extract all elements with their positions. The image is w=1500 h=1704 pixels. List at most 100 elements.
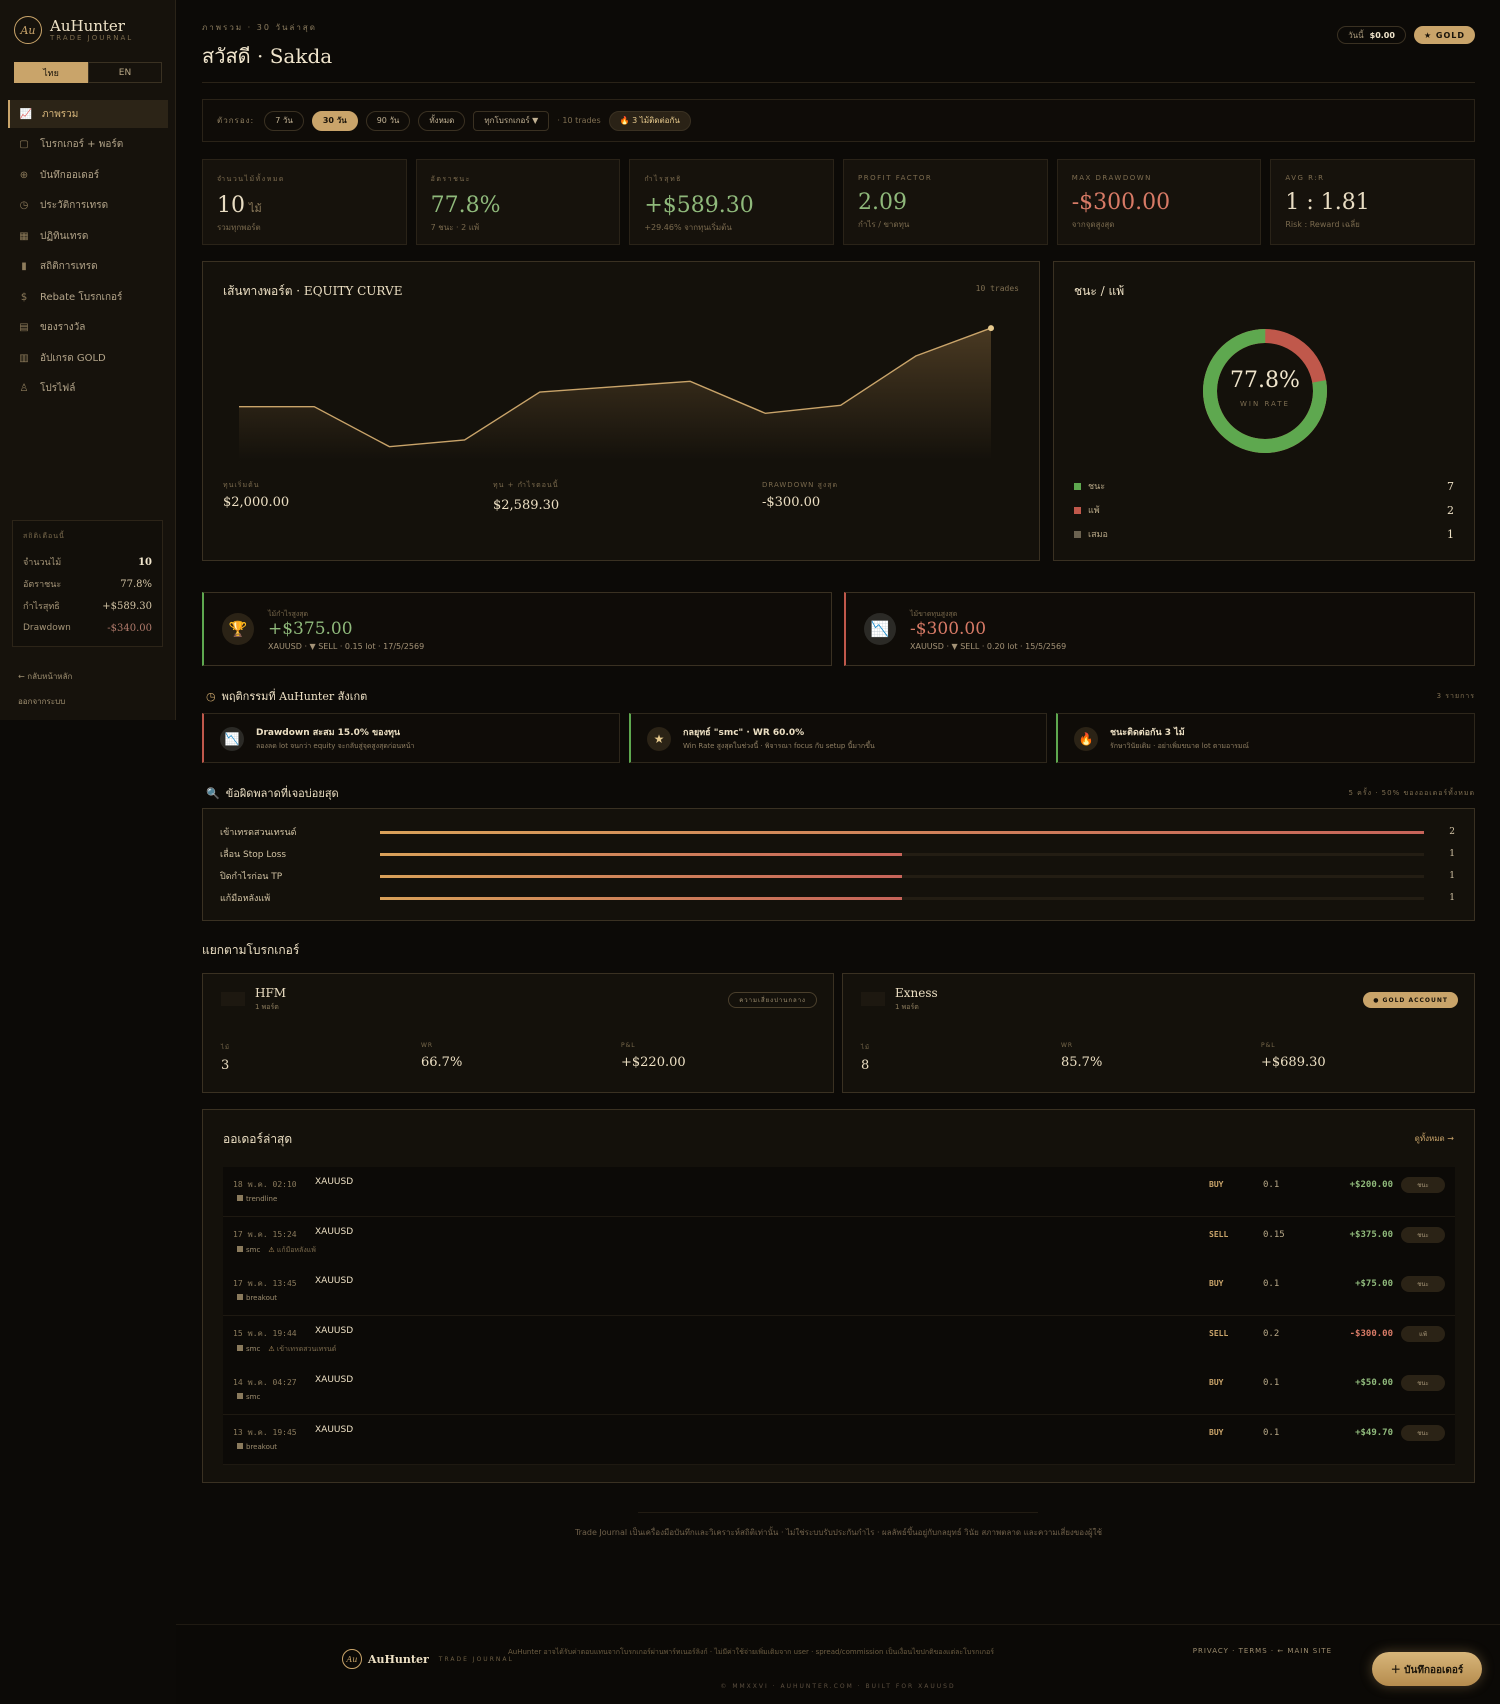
broker-stat: P&L +$220.00	[621, 1042, 686, 1070]
strategy-tag: smc	[237, 1246, 260, 1254]
mistake-label: แก้มือหลังแพ้	[220, 894, 271, 904]
sidebar-item-7[interactable]: ▤ ของรางวัล	[8, 314, 168, 342]
footer-copyright: © MMXXVI · AUHUNTER.COM · BUILT FOR XAUU…	[720, 1683, 956, 1690]
tag-icon	[237, 1246, 243, 1253]
add-order-button[interactable]: ＋ บันทึกออเดอร์	[1372, 1652, 1482, 1686]
kpi-label: PROFIT FACTOR	[858, 174, 933, 182]
mistake-bar-track	[380, 896, 1424, 900]
brand[interactable]: Au AuHunter TRADE JOURNAL	[14, 16, 133, 44]
order-side: SELL	[1209, 1328, 1229, 1338]
tag-icon	[237, 1345, 243, 1352]
behavior-card-drawdown[interactable]: 📉 Drawdown สะสม 15.0% ของทุน ลองลด lot จ…	[202, 713, 620, 763]
behavior-count: 3 รายการ	[1436, 692, 1475, 700]
user-icon: ♙	[19, 383, 29, 394]
broker-stat-value: +$220.00	[621, 1055, 686, 1070]
kpi-value: +$589.30	[644, 193, 819, 218]
range-7d-chip[interactable]: 7 วัน	[264, 110, 304, 131]
sidebar-item-4[interactable]: ▦ ปฏิทินเทรด	[8, 222, 168, 250]
sidebar-item-1[interactable]: ▢ โบรกเกอร์ + พอร์ต	[8, 131, 168, 159]
footer: Au AuHunter TRADE JOURNAL AuHunter อาจได…	[176, 1624, 1500, 1704]
stat-value: -$340.00	[107, 622, 152, 634]
worst-trade-card[interactable]: 📉 ไม้ขาดทุนสูงสุด -$300.00 XAUUSD · ▼ SE…	[844, 592, 1475, 666]
broker-card-exness[interactable]: Exness 1 พอร์ต ● GOLD ACCOUNT ไม้ 8 WR 85.7% P&…	[842, 973, 1475, 1093]
logout-link[interactable]: ออกจากระบบ	[18, 689, 72, 714]
range-90d-chip[interactable]: 90 วัน	[365, 110, 411, 131]
magnifier-icon: 🔍	[206, 786, 220, 800]
sidebar-item-0[interactable]: 📈 ภาพรวม	[8, 100, 168, 128]
broker-stat: ไม้ 3	[221, 1042, 230, 1073]
footer-links[interactable]: PRIVACY · TERMS · ← MAIN SITE	[1193, 1647, 1332, 1655]
order-row[interactable]: 14 พ.ค. 04:27 XAUUSD smc BUY 0.1 +$50.00 ชนะ	[223, 1365, 1455, 1416]
broker-card-hfm[interactable]: HFM 1 พอร์ต ความเสี่ยงปานกลาง ไม้ 3 WR 66.7% P&…	[202, 973, 834, 1093]
order-row[interactable]: 17 พ.ค. 15:24 XAUUSD smc ⚠ แก้มือหลังแพ้ SEL…	[223, 1216, 1455, 1267]
footer-brand[interactable]: Au AuHunter TRADE JOURNAL	[342, 1649, 514, 1669]
order-lot: 0.1	[1263, 1279, 1280, 1290]
legend-label: เสมอ	[1088, 530, 1108, 540]
behavior-card-streak[interactable]: 🔥 ชนะติดต่อกัน 3 ไม้ รักษาวินัยเดิม · อย…	[1056, 713, 1475, 763]
kpi-card: AVG R:R 1 : 1.81 Risk : Reward เฉลี่ย	[1270, 159, 1476, 245]
best-trade-card[interactable]: 🏆 ไม้กำไรสูงสุด +$375.00 XAUUSD · ▼ SELL…	[202, 592, 832, 666]
today-balance: วันนี้ $0.00	[1337, 26, 1406, 44]
upgrade-gift-icon: ▥	[19, 352, 29, 364]
order-row[interactable]: 13 พ.ค. 19:45 XAUUSD breakout BUY 0.1 +$49.70…	[223, 1415, 1455, 1465]
order-tags: breakout	[237, 1443, 277, 1451]
sidebar-item-2[interactable]: ⊕ บันทึกออเดอร์	[8, 161, 168, 189]
best-trade-detail: XAUUSD · ▼ SELL · 0.15 lot · 17/5/2569	[268, 642, 425, 651]
behavior-title-2: กลยุทธ์ "smc" · WR 60.0%	[683, 728, 805, 738]
sidebar-item-8[interactable]: ▥ อัปเกรด GOLD	[8, 344, 168, 372]
sidebar-item-3[interactable]: ◷ ประวัติการเทรด	[8, 192, 168, 220]
range-all-chip[interactable]: ทั้งหมด	[418, 110, 466, 131]
broker-stat: P&L +$689.30	[1261, 1042, 1326, 1070]
range-30d-chip[interactable]: 30 วัน	[311, 110, 358, 131]
sidebar-item-label: ปฏิทินเทรด	[40, 230, 89, 242]
stat-row: อัตราชนะ 77.8%	[23, 573, 152, 595]
sidebar-item-label: โบรกเกอร์ + พอร์ต	[40, 139, 124, 150]
mistake-bar-fill	[380, 896, 902, 900]
behavior-title: พฤติกรรมที่ AuHunter สังเกต	[221, 690, 368, 703]
back-home-link[interactable]: ← กลับหน้าหลัก	[18, 664, 72, 689]
order-lot: 0.15	[1263, 1229, 1285, 1240]
order-lot: 0.2	[1263, 1328, 1280, 1339]
order-side: BUY	[1209, 1378, 1224, 1388]
gold-tier-badge[interactable]: ★ GOLD	[1413, 26, 1475, 44]
equity-curve-panel: เส้นทางพอร์ต · EQUITY CURVE 10 trades ทุ…	[202, 261, 1040, 561]
brand-name: AuHunter	[50, 17, 125, 35]
footer-brand-name: AuHunter	[368, 1652, 429, 1666]
win-rate-label: WIN RATE	[1240, 400, 1290, 408]
warning-icon: ⚠	[268, 1344, 277, 1353]
view-all-link[interactable]: ดูทั้งหมด →	[1415, 1132, 1454, 1145]
sidebar-item-6[interactable]: $ Rebate โบรกเกอร์	[8, 283, 168, 311]
sidebar-item-label: ภาพรวม	[42, 108, 79, 120]
broker-tag: ● GOLD ACCOUNT	[1363, 992, 1458, 1008]
legend-row: เสมอ 1	[1074, 527, 1454, 541]
kpi-value: 10 ไม้	[217, 193, 392, 218]
order-pnl: +$50.00	[1355, 1378, 1393, 1389]
recent-orders-panel: ออเดอร์ล่าสุด ดูทั้งหมด → 18 พ.ค. 02:10 X…	[202, 1109, 1475, 1483]
sidebar-item-label: อัปเกรด GOLD	[40, 352, 106, 364]
order-row[interactable]: 18 พ.ค. 02:10 XAUUSD trendline BUY 0.1 +$200.…	[223, 1167, 1455, 1217]
sidebar-item-5[interactable]: ▮ สถิติการเทรด	[8, 253, 168, 281]
order-row[interactable]: 17 พ.ค. 13:45 XAUUSD breakout BUY 0.1 +$75.00…	[223, 1266, 1455, 1317]
broker-select[interactable]: ทุกโบรกเกอร์ ▼	[473, 110, 550, 131]
order-pnl: +$49.70	[1355, 1428, 1393, 1438]
strategy-tag-label: smc	[246, 1246, 261, 1255]
order-lot: 0.1	[1263, 1428, 1280, 1438]
order-pnl: -$300.00	[1349, 1328, 1393, 1339]
kpi-sub: กำไร / ขาดทุน	[858, 220, 910, 229]
behavior-card-strategy[interactable]: ★ กลยุทธ์ "smc" · WR 60.0% Win Rate สูงส…	[629, 713, 1047, 763]
lang-th-button[interactable]: ไทย	[14, 62, 88, 83]
kpi-label: กำไรสุทธิ	[644, 175, 682, 183]
order-date: 13 พ.ค. 19:45	[233, 1428, 297, 1437]
worst-trade-value: -$300.00	[910, 619, 987, 639]
order-symbol: XAUUSD	[315, 1375, 354, 1386]
order-row[interactable]: 15 พ.ค. 19:44 XAUUSD smc ⚠ เข้าเทรดสวนเทรนด…	[223, 1315, 1455, 1366]
behavior-sub-1: ลองลด lot จนกว่า equity จะกลับสู่จุดสูงส…	[256, 742, 415, 750]
legend-swatch	[1074, 482, 1081, 490]
sidebar-item-9[interactable]: ♙ โปรไฟล์	[8, 375, 168, 403]
order-symbol: XAUUSD	[315, 1226, 354, 1237]
kpi-row: จำนวนไม้ทั้งหมด 10 ไม้ รวมทุกพอร์ต อัตราชนะ 7…	[202, 159, 1476, 245]
lang-en-button[interactable]: EN	[88, 62, 162, 83]
clock-icon: ◷	[19, 200, 29, 211]
broker-stat-value: 85.7%	[1061, 1055, 1103, 1070]
order-symbol: XAUUSD	[315, 1425, 354, 1435]
